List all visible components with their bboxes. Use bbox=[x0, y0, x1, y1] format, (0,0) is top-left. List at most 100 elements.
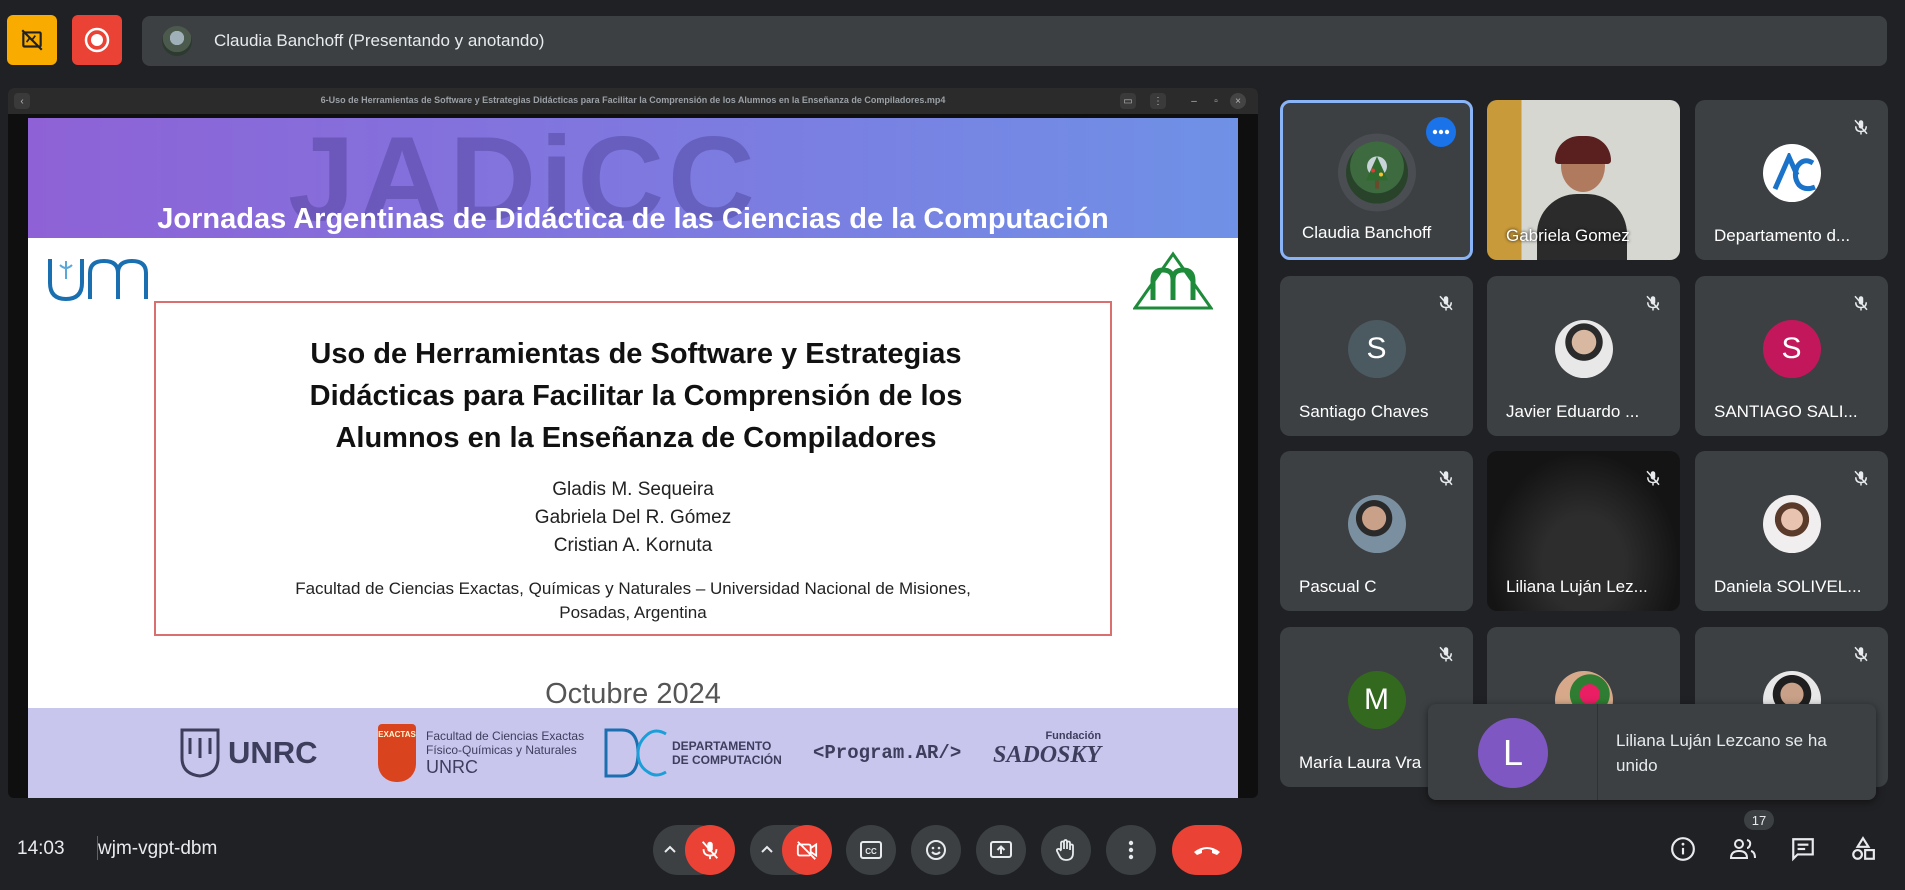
slide-title: Uso de Herramientas de Software y Estrat… bbox=[246, 333, 1026, 459]
participant-tile[interactable]: S SANTIAGO SALI... bbox=[1695, 276, 1888, 436]
join-notification: L Liliana Luján Lezcano se ha unido bbox=[1428, 704, 1876, 800]
participant-name: María Laura Vra bbox=[1299, 753, 1422, 772]
annotation-toggle-button[interactable] bbox=[7, 15, 57, 65]
dc-text: DEPARTAMENTO bbox=[672, 739, 772, 753]
camera-button[interactable] bbox=[782, 825, 832, 875]
exactas-logo: EXACTAS Facultad de Ciencias Exactas Fís… bbox=[378, 724, 584, 782]
info-icon bbox=[1671, 837, 1695, 861]
people-button[interactable] bbox=[1728, 834, 1758, 864]
participant-tile[interactable]: Pascual C bbox=[1280, 451, 1473, 611]
more-options-button[interactable] bbox=[1426, 117, 1456, 147]
avatar: L bbox=[1478, 718, 1548, 788]
chevron-up-icon bbox=[664, 845, 676, 853]
slide-title-line: Didácticas para Facilitar la Comprensión… bbox=[309, 380, 963, 412]
mic-off-icon bbox=[1433, 641, 1459, 667]
participant-tile[interactable]: Gabriela Gomez bbox=[1487, 100, 1680, 260]
dc-text: DE COMPUTACIÓN bbox=[672, 753, 782, 767]
exactas-text: UNRC bbox=[426, 756, 478, 777]
emoji-icon bbox=[926, 840, 946, 860]
participant-name: Javier Eduardo ... bbox=[1506, 402, 1640, 421]
svg-text:CC: CC bbox=[865, 847, 877, 856]
slide-affiliation: Posadas, Argentina bbox=[559, 603, 707, 622]
participant-tile[interactable]: Liliana Luján Lez... bbox=[1487, 451, 1680, 611]
sadosky-logo: Fundación SADOSKY bbox=[993, 730, 1101, 769]
people-icon bbox=[1729, 839, 1756, 859]
avatar: S bbox=[1347, 320, 1406, 379]
notification-text: Liliana Luján Lezcano se ha unido bbox=[1616, 731, 1827, 775]
mic-off-icon bbox=[701, 841, 719, 860]
mic-off-icon bbox=[1640, 465, 1666, 491]
unrc-text: UNRC bbox=[228, 735, 318, 770]
unrc-shield-icon bbox=[180, 728, 220, 778]
maximize-icon[interactable]: ▫ bbox=[1208, 93, 1224, 109]
slide-date: Octubre 2024 bbox=[545, 678, 721, 710]
dc-logo: DEPARTAMENTO DE COMPUTACIÓN bbox=[602, 726, 782, 780]
participant-name: Gabriela Gomez bbox=[1506, 226, 1630, 245]
present-button[interactable] bbox=[976, 825, 1026, 875]
avatar bbox=[1347, 495, 1406, 554]
leave-call-button[interactable] bbox=[1172, 825, 1242, 875]
sadosky-small: Fundación bbox=[1045, 730, 1102, 742]
pip-icon[interactable]: ▭ bbox=[1120, 93, 1136, 109]
participant-name: Liliana Luján Lez... bbox=[1506, 577, 1648, 596]
meeting-time: 14:03 bbox=[17, 838, 65, 859]
avatar bbox=[1762, 144, 1821, 203]
more-vert-icon bbox=[1128, 840, 1134, 860]
close-icon[interactable]: × bbox=[1230, 93, 1246, 109]
more-options-button[interactable] bbox=[1106, 825, 1156, 875]
raise-hand-button[interactable] bbox=[1041, 825, 1091, 875]
avatar bbox=[1554, 320, 1613, 379]
reactions-button[interactable] bbox=[911, 825, 961, 875]
faculty-logo-mark bbox=[1132, 251, 1214, 310]
participant-tile[interactable]: Departamento d... bbox=[1695, 100, 1888, 260]
activities-button[interactable] bbox=[1848, 834, 1878, 864]
exactas-text: Físico-Químicas y Naturales bbox=[426, 742, 577, 757]
participant-tile[interactable]: Daniela SOLIVEL... bbox=[1695, 451, 1888, 611]
recording-button[interactable] bbox=[72, 15, 122, 65]
meeting-code: wjm-vgpt-dbm bbox=[98, 838, 218, 859]
participant-name: Claudia Banchoff bbox=[1302, 223, 1432, 242]
hand-icon bbox=[1055, 839, 1074, 861]
mic-off-icon bbox=[1433, 465, 1459, 491]
minimize-icon[interactable]: – bbox=[1186, 93, 1202, 109]
captions-button[interactable]: CC bbox=[846, 825, 896, 875]
more-horiz-icon bbox=[1432, 129, 1450, 135]
slide-header: Jornadas Argentinas de Didáctica de las … bbox=[157, 203, 1109, 235]
program-ar-logo: <Program.AR/> bbox=[813, 742, 962, 764]
more-icon[interactable]: ⋮ bbox=[1150, 93, 1166, 109]
presenter-text: Claudia Banchoff (Presentando y anotando… bbox=[214, 31, 545, 50]
people-count-badge: 17 bbox=[1744, 810, 1774, 830]
meeting-details-button[interactable] bbox=[1668, 834, 1698, 864]
participant-name: SANTIAGO SALI... bbox=[1714, 402, 1858, 421]
present-screen-icon bbox=[990, 841, 1012, 858]
avatar: M bbox=[1347, 671, 1406, 730]
participant-tile[interactable]: Claudia Banchoff bbox=[1280, 100, 1473, 260]
slide-affiliation: Facultad de Ciencias Exactas, Químicas y… bbox=[295, 579, 971, 598]
divider bbox=[1597, 704, 1598, 800]
participant-tile[interactable]: Javier Eduardo ... bbox=[1487, 276, 1680, 436]
mic-off-icon bbox=[1848, 114, 1874, 140]
presenter-avatar bbox=[162, 26, 192, 56]
slide-author: Cristian A. Kornuta bbox=[553, 535, 713, 556]
record-icon bbox=[84, 27, 110, 53]
sadosky-text: SADOSKY bbox=[993, 742, 1102, 768]
exactas-top-text: EXACTAS bbox=[378, 730, 416, 739]
window-title: 6-Uso de Herramientas de Software y Estr… bbox=[320, 95, 946, 105]
mic-off-icon bbox=[1433, 290, 1459, 316]
tree-icon bbox=[1365, 156, 1388, 189]
microphone-button[interactable] bbox=[685, 825, 735, 875]
shared-screen: ‹ 6-Uso de Herramientas de Software y Es… bbox=[8, 88, 1258, 798]
call-end-icon bbox=[1194, 847, 1220, 855]
presentation-slide: JADiCC Jornadas Argentinas de Didáctica … bbox=[28, 118, 1238, 798]
slide-title-line: Alumnos en la Enseñanza de Compiladores bbox=[335, 422, 937, 454]
slide-author: Gladis M. Sequeira bbox=[552, 479, 714, 500]
slide-title-box: Uso de Herramientas de Software y Estrat… bbox=[154, 301, 1112, 636]
presenter-bar: Claudia Banchoff (Presentando y anotando… bbox=[142, 16, 1887, 66]
chat-button[interactable] bbox=[1788, 834, 1818, 864]
participant-tile[interactable]: S Santiago Chaves bbox=[1280, 276, 1473, 436]
slide-author: Gabriela Del R. Gómez bbox=[534, 507, 732, 528]
chevron-up-icon bbox=[761, 845, 773, 853]
dc-mark-icon bbox=[604, 728, 667, 778]
chat-icon bbox=[1792, 838, 1814, 862]
no-annotation-icon bbox=[21, 29, 43, 51]
